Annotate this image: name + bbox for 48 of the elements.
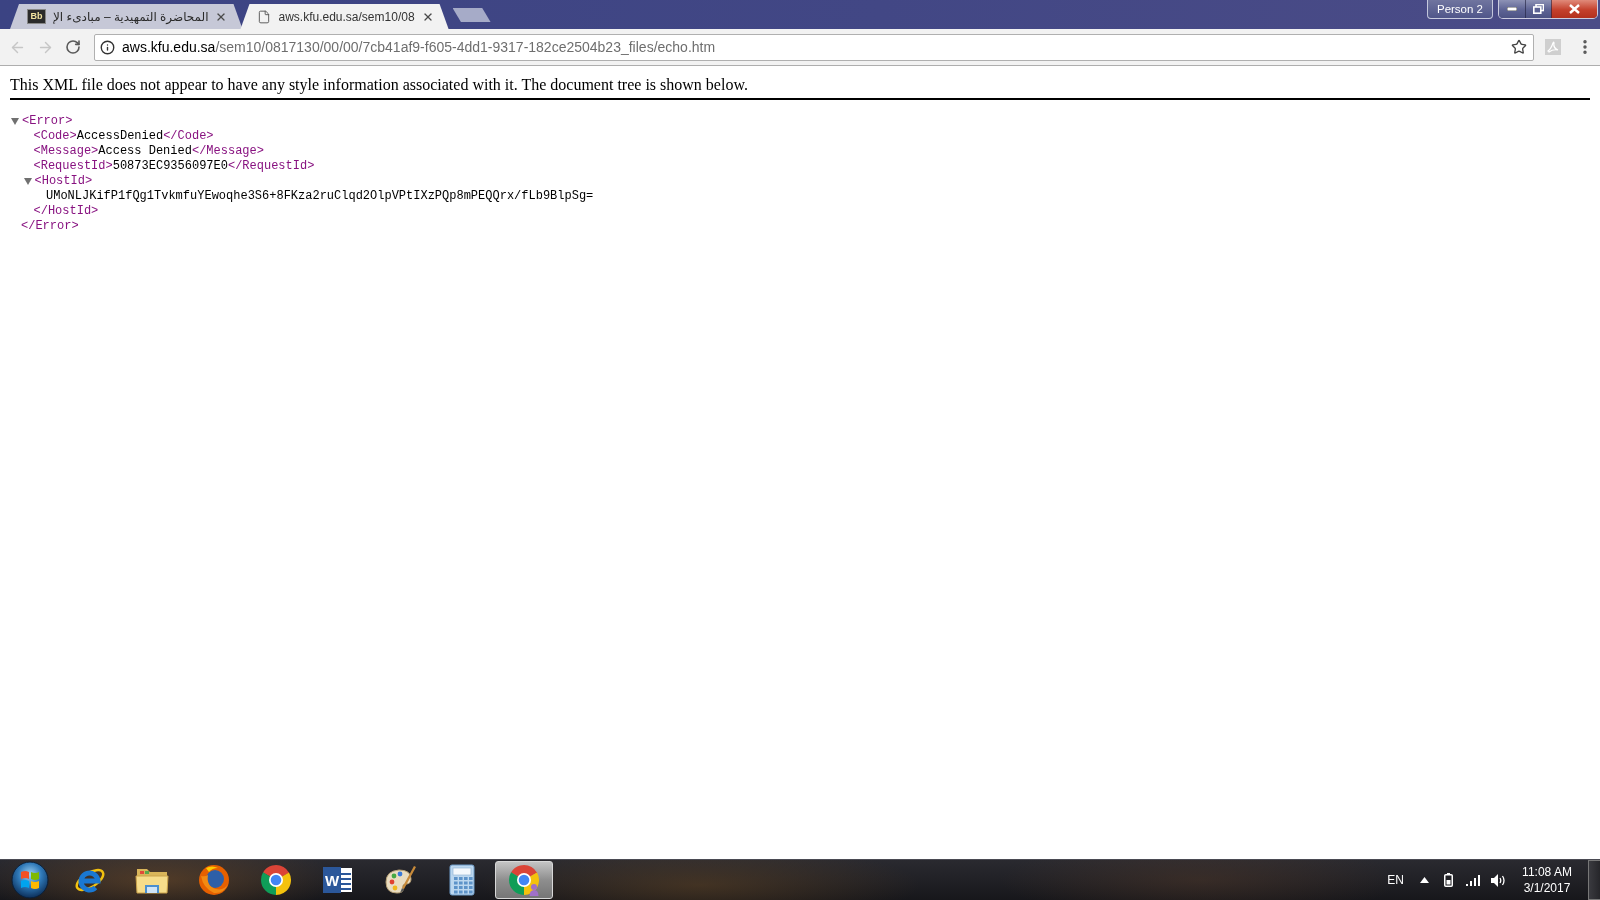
page-icon xyxy=(257,9,272,24)
close-button[interactable] xyxy=(1551,0,1597,18)
browser-tab[interactable]: aws.kfu.edu.sa/sem10/08 xyxy=(240,4,449,29)
show-desktop-button[interactable] xyxy=(1588,860,1600,900)
xml-tag: <Message> xyxy=(33,144,99,159)
flag-orb-icon[interactable] xyxy=(10,861,49,899)
disclosure-triangle-icon[interactable] xyxy=(11,118,19,125)
xml-text: 50873EC9356097E0 xyxy=(112,159,228,174)
xml-text: Access Denied xyxy=(98,144,192,159)
minimize-icon xyxy=(1507,7,1517,11)
clock-time[interactable]: 11:08 AM xyxy=(1522,864,1572,880)
round-logo-person-icon xyxy=(508,864,540,896)
caret-up-icon[interactable] xyxy=(1420,877,1429,883)
profile-button[interactable]: Person 2 xyxy=(1426,0,1493,19)
xml-tag: </RequestId> xyxy=(227,159,315,174)
xml-notice-text: This XML file does not appear to have any style information associated with it. The document tree is shown below. xyxy=(10,76,748,94)
xml-tag: </Message> xyxy=(191,144,264,159)
restore-button[interactable] xyxy=(1525,0,1551,18)
minimize-button[interactable] xyxy=(1499,0,1525,18)
site-logo-icon: Bb xyxy=(27,9,46,24)
info-icon[interactable] xyxy=(100,39,115,55)
round-logo-icon xyxy=(260,864,292,896)
clock-date[interactable]: 3/1/2017 xyxy=(1523,880,1571,896)
close-icon xyxy=(1569,4,1580,14)
taskbar-app-button[interactable]: W xyxy=(309,861,367,899)
xml-text: AccessDenied xyxy=(76,129,164,144)
disclosure-triangle-icon[interactable] xyxy=(23,178,32,185)
globe-swirl-icon xyxy=(198,864,230,896)
xml-text: UMoNLJKifP1fQg1TvkmfuYEwoqhe3S6+8FKza2ruClqd2OlpVPtIXzPQp8mPEQQrx/fLb9BlpSg= xyxy=(46,189,594,204)
signal-bars-icon[interactable] xyxy=(1466,874,1480,886)
calculator-icon xyxy=(448,864,476,896)
language-indicator[interactable]: EN xyxy=(1387,873,1404,887)
battery-icon[interactable] xyxy=(1444,873,1453,887)
address-bar[interactable]: aws.kfu.edu.sa/sem10/0817130/00/00/7cb41af9-f605-4dd1-9317-182ce2504b23_files/echo.htm xyxy=(94,33,1534,61)
xml-tag: <HostId> xyxy=(34,174,93,189)
reload-icon xyxy=(65,39,81,55)
xml-tag: </Error> xyxy=(21,219,79,234)
swirl-tile-icon[interactable] xyxy=(1545,39,1561,55)
speaker-icon[interactable] xyxy=(1491,873,1506,887)
xml-tag: <RequestId> xyxy=(33,159,113,174)
xml-tag: <Error> xyxy=(22,114,73,129)
xml-tag: </Code> xyxy=(163,129,214,144)
document-w-icon: W xyxy=(323,866,353,894)
star-icon[interactable] xyxy=(1511,39,1527,55)
xml-tag: </HostId> xyxy=(33,204,99,219)
restore-icon xyxy=(1533,4,1544,14)
paint-palette-icon xyxy=(383,864,417,896)
xml-tag: <Code> xyxy=(33,129,77,144)
